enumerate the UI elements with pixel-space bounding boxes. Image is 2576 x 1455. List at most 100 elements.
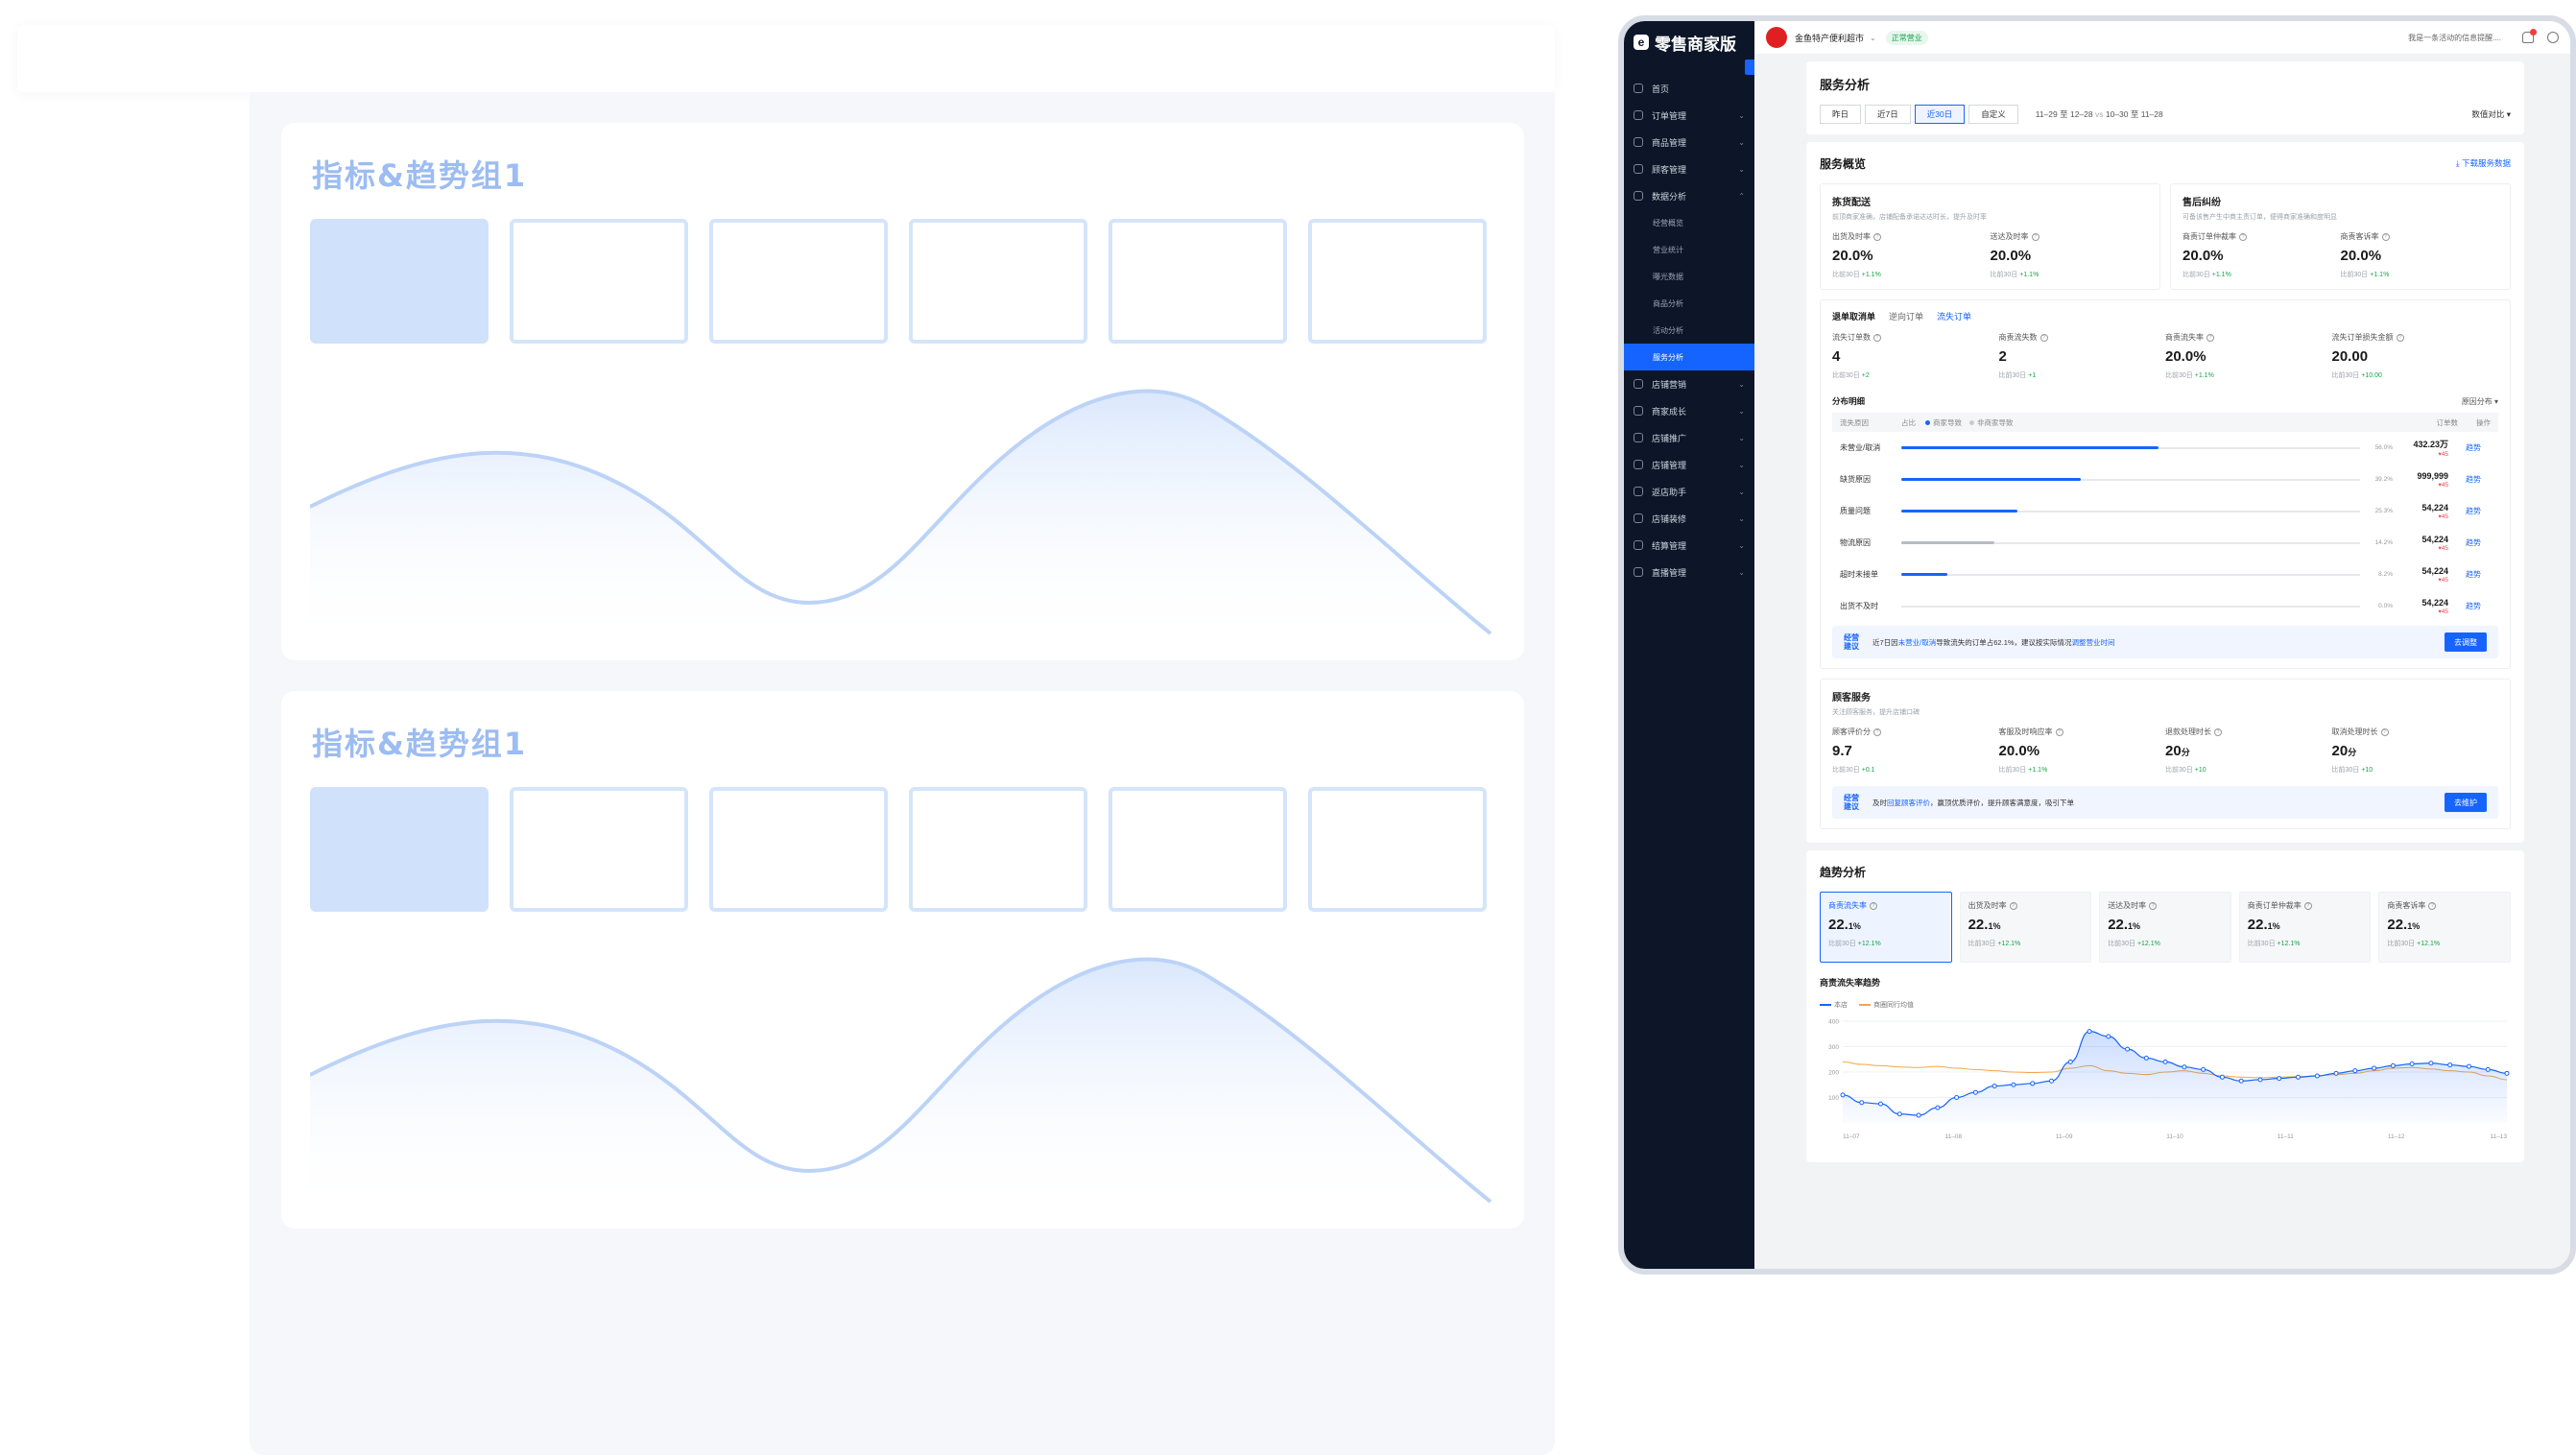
menu-icon <box>1634 513 1643 523</box>
distribution-title: 分布明细 <box>1832 396 1866 406</box>
data-point-store <box>2219 1074 2225 1080</box>
metric-item[interactable]: 流失订单数? 4 比前30日 +2 <box>1832 332 1999 380</box>
trend-link[interactable]: 趋势 <box>2448 506 2481 516</box>
download-data-link[interactable]: ⤓ 下载服务数据 <box>2456 157 2511 169</box>
sidebar-item[interactable]: 店铺装修 ⌄ <box>1624 505 1754 532</box>
sidebar-item-label: 店铺营销 <box>1652 379 1687 390</box>
sidebar-item-home[interactable]: 首页 <box>1624 75 1754 102</box>
trend-metric-card[interactable]: 送达及时率? 22.1% 比前30日 +12.1% <box>2099 892 2231 963</box>
data-point-store <box>2125 1046 2131 1052</box>
sidebar-subitem-overview[interactable]: 经营概览 <box>1624 209 1754 236</box>
trend-metric-card[interactable]: 商责订单仲裁率? 22.1% 比前30日 +12.1% <box>2238 892 2372 963</box>
help-icon: ? <box>1873 728 1881 736</box>
app-logo[interactable]: e 零售商家版 <box>1624 21 1754 63</box>
wireframe-metric-box[interactable] <box>1308 219 1487 344</box>
date-tab-custom[interactable]: 自定义 <box>1968 105 2018 124</box>
metric-item[interactable]: 客服及时响应率? 20.0% 比前30日 +1.1% <box>1999 727 2166 775</box>
sidebar-subitem-exposure[interactable]: 曝光数据 <box>1624 263 1754 290</box>
table-row: 质量问题 25.3% 54,224 ▾45 趋势 <box>1832 495 2498 527</box>
sidebar-item[interactable]: 店铺营销 ⌄ <box>1624 370 1754 397</box>
help-icon: ? <box>2380 728 2389 736</box>
data-point-store <box>2048 1078 2054 1084</box>
sidebar-item[interactable]: 返店助手 ⌄ <box>1624 478 1754 505</box>
trend-link[interactable]: 趋势 <box>2448 569 2481 580</box>
order-count: 54,224 ▾45 <box>2421 565 2448 584</box>
sidebar-item[interactable]: 商家成长 ⌄ <box>1624 397 1754 424</box>
wireframe-metric-box[interactable] <box>510 219 688 344</box>
metric-item[interactable]: 流失订单损失金额? 20.00 比前30日 +10.00 <box>2332 332 2499 380</box>
metric-item[interactable]: 退款处理时长? 20分 比前30日 +10 <box>2165 727 2332 775</box>
tab-reverse-orders[interactable]: 逆向订单 <box>1889 310 1923 322</box>
date-tab-30d[interactable]: 近30日 <box>1914 105 1966 124</box>
wireframe-metric-box[interactable] <box>310 219 489 344</box>
sidebar-item-products[interactable]: 商品管理 ⌄ <box>1624 129 1754 155</box>
loss-orders-card: 退单取消单 逆向订单 流失订单 流失订单数? 4 比前30日 +2 商责流失数? 2 比前… <box>1820 299 2511 669</box>
distribution-select[interactable]: 原因分布 ▾ <box>2462 396 2498 407</box>
sidebar-item[interactable]: 店铺管理 ⌄ <box>1624 451 1754 478</box>
sidebar-item-customers[interactable]: 顾客管理 ⌄ <box>1624 155 1754 182</box>
metric-item[interactable]: 顾客评价分? 9.7 比前30日 +0.1 <box>1832 727 1999 775</box>
wireframe-metric-box[interactable] <box>1308 787 1487 912</box>
data-point-store <box>2409 1061 2415 1067</box>
compare-mode-select[interactable]: 数值对比 ▾ <box>2471 108 2511 120</box>
chevron-down-icon: ⌄ <box>1738 137 1745 147</box>
data-point-store <box>1840 1092 1846 1098</box>
app-logo-text: 零售商家版 <box>1655 35 1736 55</box>
sidebar-collapse-handle[interactable] <box>1745 60 1754 75</box>
store-name[interactable]: 金鱼特产便利超市 <box>1795 32 1864 44</box>
share-percent: 56.0% <box>2374 444 2393 451</box>
wireframe-metric-box[interactable] <box>909 219 1087 344</box>
trend-metric-card[interactable]: 商责流失率? 22.1% 比前30日 +12.1% <box>1820 892 1952 963</box>
wireframe-metric-box[interactable] <box>1109 787 1287 912</box>
trend-link[interactable]: 趋势 <box>2448 442 2481 453</box>
trend-link[interactable]: 趋势 <box>2448 474 2481 485</box>
date-tab-yesterday[interactable]: 昨日 <box>1820 105 1862 124</box>
wireframe-metric-box[interactable] <box>1109 219 1287 344</box>
sidebar-subitem-business-stats[interactable]: 营业统计 <box>1624 236 1754 263</box>
trend-link[interactable]: 趋势 <box>2448 537 2481 548</box>
metric-arbitration-rate[interactable]: 商责订单仲裁率? 20.0% 比前30日 +1.1% <box>2182 231 2341 279</box>
sidebar-item-orders[interactable]: 订单管理 ⌄ <box>1624 102 1754 129</box>
sidebar-item[interactable]: 直播管理 ⌄ <box>1624 559 1754 585</box>
date-tab-7d[interactable]: 近7日 <box>1865 105 1911 124</box>
sidebar-subitem-product-analysis[interactable]: 商品分析 <box>1624 290 1754 317</box>
trend-metric-card[interactable]: 商责客诉率? 22.1% 比前30日 +12.1% <box>2378 892 2511 963</box>
sidebar-item[interactable]: 店铺推广 ⌄ <box>1624 424 1754 451</box>
chevron-down-icon[interactable]: ⌄ <box>1870 34 1876 42</box>
status-badge: 正常营业 <box>1885 30 1928 45</box>
sidebar-subitem-activity-analysis[interactable]: 活动分析 <box>1624 317 1754 344</box>
wireframe-metric-box[interactable] <box>310 787 489 912</box>
help-icon[interactable] <box>2547 32 2559 43</box>
wireframe-metric-box[interactable] <box>709 219 888 344</box>
metric-item[interactable]: 商责流失率? 20.0% 比前30日 +1.1% <box>2165 332 2332 380</box>
metric-item[interactable]: 商责流失数? 2 比前30日 +1 <box>1999 332 2166 380</box>
metric-shipping-ontime[interactable]: 出货及时率? 20.0% 比前30日 +1.1% <box>1832 231 1991 279</box>
sidebar: e 零售商家版 首页 订单管理 ⌄ 商品管理 ⌄ 顾客管理 ⌄ 数据分析 ⌃ 经营概览 … <box>1624 21 1754 1269</box>
tab-refund-cancel[interactable]: 退单取消单 <box>1832 310 1875 322</box>
order-count: 54,224 ▾45 <box>2421 534 2448 552</box>
store-avatar[interactable] <box>1766 27 1787 48</box>
wireframe-card-2: 指标&趋势组1 <box>281 691 1524 1228</box>
card-desc: 可备该售产生中商主责订单，便得商家准确和度明显 <box>2182 214 2337 221</box>
bell-icon[interactable] <box>2522 29 2537 43</box>
share-bar <box>1901 445 2360 449</box>
metric-item[interactable]: 取消处理时长? 20分 比前30日 +10 <box>2332 727 2499 775</box>
row-reason: 出货不及时 <box>1840 602 1878 610</box>
help-icon: ? <box>2214 728 2222 736</box>
adjust-button[interactable]: 去调整 <box>2445 632 2487 652</box>
wireframe-metric-box[interactable] <box>709 787 888 912</box>
wireframe-metric-box[interactable] <box>909 787 1087 912</box>
legend-item-peers[interactable]: 商圈同行均值 <box>1859 1000 1914 1010</box>
legend-item-store[interactable]: 本店 <box>1820 1000 1848 1010</box>
tab-lost-orders[interactable]: 流失订单 <box>1937 310 1971 322</box>
sidebar-item-data-analysis[interactable]: 数据分析 ⌃ <box>1624 182 1754 209</box>
trend-link[interactable]: 趋势 <box>2448 601 2481 611</box>
metric-delivery-ontime[interactable]: 送达及时率? 20.0% 比前30日 +1.1% <box>1991 231 2149 279</box>
maintain-button[interactable]: 去维护 <box>2445 793 2487 812</box>
wireframe-metric-box[interactable] <box>510 787 688 912</box>
sidebar-item[interactable]: 结算管理 ⌄ <box>1624 532 1754 559</box>
sidebar-subitem-service-analysis[interactable]: 服务分析 <box>1624 344 1754 370</box>
notice-text[interactable]: 我是一条活动的信息提醒.... <box>2408 33 2501 43</box>
trend-metric-card[interactable]: 出货及时率? 22.1% 比前30日 +12.1% <box>1959 892 2092 963</box>
metric-complaint-rate[interactable]: 商责客诉率? 20.0% 比前30日 +1.1% <box>2341 231 2499 279</box>
